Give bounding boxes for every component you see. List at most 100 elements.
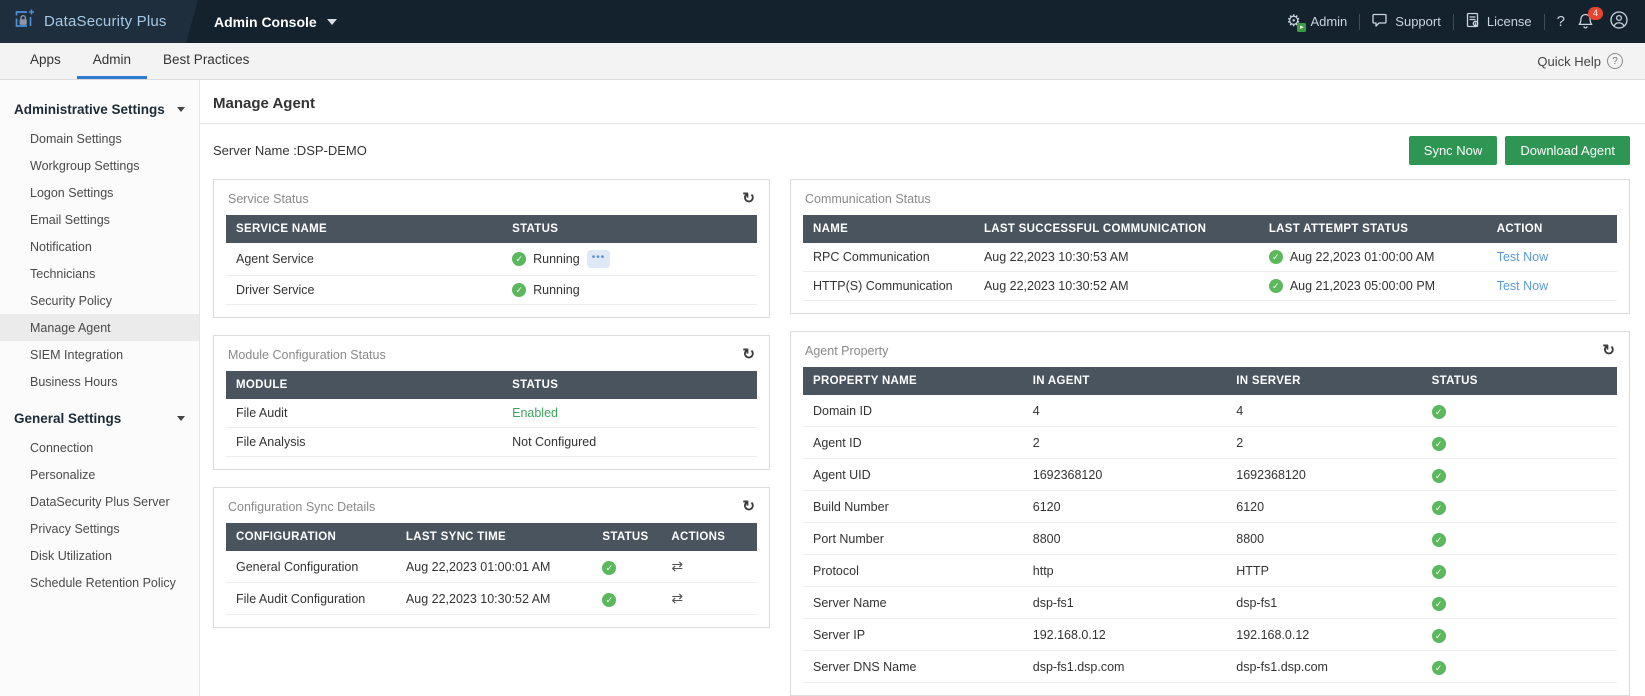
top-header: DataSecurity Plus Admin Console ⚙ ▸ Admin… xyxy=(0,0,1645,43)
table-row: Agent UID 1692368120 1692368120 ✓ xyxy=(803,458,1617,491)
sidebar-item-email-settings[interactable]: Email Settings xyxy=(0,206,199,233)
license-document-icon xyxy=(1466,12,1481,31)
sidebar-item-disk-utilization[interactable]: Disk Utilization xyxy=(0,542,199,569)
in-server-cell: 2 xyxy=(1226,426,1422,459)
success-icon: ✓ xyxy=(1268,250,1283,264)
page-header: Manage Agent xyxy=(200,80,1645,124)
sync-arrows-icon[interactable]: ⇄ xyxy=(671,590,683,606)
table-header-row: SERVICE NAME STATUS xyxy=(226,215,757,243)
help-question-icon[interactable]: ? xyxy=(1557,13,1565,30)
support-nav-item[interactable]: Support xyxy=(1372,13,1441,31)
agent-property-table: PROPERTY NAME IN AGENT IN SERVER STATUS … xyxy=(803,367,1617,683)
refresh-icon[interactable]: ↻ xyxy=(742,191,755,206)
tab-admin[interactable]: Admin xyxy=(76,43,148,79)
chat-bubble-icon xyxy=(1372,13,1389,31)
in-agent-cell: 6120 xyxy=(1022,490,1227,523)
console-switcher-label: Admin Console xyxy=(214,13,317,30)
sidebar-item-logon-settings[interactable]: Logon Settings xyxy=(0,179,199,206)
test-now-link[interactable]: Test Now xyxy=(1497,279,1548,293)
in-server-cell: 1692368120 xyxy=(1226,458,1422,491)
sidebar-item-workgroup-settings[interactable]: Workgroup Settings xyxy=(0,152,199,179)
tab-apps[interactable]: Apps xyxy=(14,43,77,79)
module-configuration-status-panel: Module Configuration Status ↻ MODULE STA… xyxy=(213,335,770,470)
panel-title: Communication Status xyxy=(805,192,931,206)
in-agent-cell: 8800 xyxy=(1022,522,1227,555)
last-attempt-cell: Aug 22,2023 01:00:00 AM xyxy=(1289,250,1435,264)
refresh-icon[interactable]: ↻ xyxy=(742,347,755,362)
sidebar-item-business-hours[interactable]: Business Hours xyxy=(0,368,199,395)
module-name-cell: File Audit xyxy=(226,399,503,428)
console-switcher[interactable]: Admin Console xyxy=(214,14,337,30)
license-nav-label: License xyxy=(1486,14,1532,29)
sidebar-item-datasecurity-plus-server[interactable]: DataSecurity Plus Server xyxy=(0,488,199,515)
table-row: Protocol http HTTP ✓ xyxy=(803,554,1617,587)
sync-now-button[interactable]: Sync Now xyxy=(1408,136,1498,165)
sidebar-item-security-policy[interactable]: Security Policy xyxy=(0,287,199,314)
notification-bell-icon[interactable]: 4 xyxy=(1577,6,1603,32)
sidebar-item-notification[interactable]: Notification xyxy=(0,233,199,260)
table-row: RPC Communication Aug 22,2023 10:30:53 A… xyxy=(803,243,1617,272)
property-name-cell: Build Number xyxy=(803,490,1023,523)
admin-nav-label: Admin xyxy=(1310,14,1348,29)
column-header: PROPERTY NAME xyxy=(803,367,1023,395)
sidebar-item-privacy-settings[interactable]: Privacy Settings xyxy=(0,515,199,542)
test-now-link[interactable]: Test Now xyxy=(1497,250,1548,264)
section-title-label: Administrative Settings xyxy=(14,102,165,117)
table-row: File Audit Configuration Aug 22,2023 10:… xyxy=(226,582,757,615)
last-success-cell: Aug 22,2023 10:30:52 AM xyxy=(973,271,1259,301)
communication-status-table: NAME LAST SUCCESSFUL COMMUNICATION LAST … xyxy=(803,215,1617,301)
success-icon: ✓ xyxy=(512,252,527,266)
tab-best-practices[interactable]: Best Practices xyxy=(147,43,265,79)
service-status-table: SERVICE NAME STATUS Agent Service ✓ Runn… xyxy=(226,215,757,305)
table-row: Server DNS Name dsp-fs1.dsp.com dsp-fs1.ds… xyxy=(803,650,1617,683)
chevron-down-icon xyxy=(326,18,337,25)
property-name-cell: Server DNS Name xyxy=(803,650,1023,683)
sidebar-item-connection[interactable]: Connection xyxy=(0,434,199,461)
more-actions-button[interactable]: ••• xyxy=(586,250,611,268)
sidebar-item-siem-integration[interactable]: SIEM Integration xyxy=(0,341,199,368)
sidebar-section-administrative-settings[interactable]: Administrative Settings xyxy=(0,92,199,125)
success-icon: ✓ xyxy=(602,593,617,607)
sidebar-item-domain-settings[interactable]: Domain Settings xyxy=(0,125,199,152)
chevron-down-icon xyxy=(177,107,185,112)
divider xyxy=(1452,13,1454,30)
refresh-icon[interactable]: ↻ xyxy=(1602,343,1615,358)
user-avatar-icon[interactable] xyxy=(1609,10,1629,33)
sidebar-section-general-settings[interactable]: General Settings xyxy=(0,401,199,434)
sidebar-item-technicians[interactable]: Technicians xyxy=(0,260,199,287)
table-row: Port Number 8800 8800 ✓ xyxy=(803,522,1617,555)
server-row: Server Name :DSP-DEMO Sync Now Download … xyxy=(200,124,1645,178)
divider xyxy=(1543,13,1545,30)
sync-arrows-icon[interactable]: ⇄ xyxy=(671,558,683,574)
server-name-label: Server Name :DSP-DEMO xyxy=(213,143,367,158)
admin-nav-item[interactable]: ⚙ ▸ Admin xyxy=(1286,13,1348,32)
column-header: STATUS xyxy=(592,523,662,551)
last-success-cell: Aug 22,2023 10:30:53 AM xyxy=(973,243,1259,272)
in-agent-cell: 1692368120 xyxy=(1022,458,1227,491)
module-name-cell: File Analysis xyxy=(226,427,503,457)
column-header: STATUS xyxy=(502,215,757,243)
sidebar-item-personalize[interactable]: Personalize xyxy=(0,461,199,488)
download-agent-button[interactable]: Download Agent xyxy=(1505,136,1630,165)
module-status-table: MODULE STATUS File Audit Enabled File An… xyxy=(226,371,757,457)
sidebar-item-schedule-retention-policy[interactable]: Schedule Retention Policy xyxy=(0,569,199,596)
panel-title: Service Status xyxy=(228,192,309,206)
license-nav-item[interactable]: License xyxy=(1466,12,1532,31)
module-status-value: Enabled xyxy=(502,399,757,428)
configuration-sync-details-panel: Configuration Sync Details ↻ CONFIGURATI… xyxy=(213,487,770,628)
brand-logo[interactable]: DataSecurity Plus xyxy=(0,0,198,43)
last-attempt-cell: Aug 21,2023 05:00:00 PM xyxy=(1289,279,1436,293)
column-header: LAST SUCCESSFUL COMMUNICATION xyxy=(973,215,1259,243)
last-sync-time-cell: Aug 22,2023 10:30:52 AM xyxy=(395,582,593,615)
success-icon: ✓ xyxy=(1431,533,1446,547)
column-header: ACTION xyxy=(1486,215,1617,243)
success-icon: ✓ xyxy=(1431,565,1446,579)
property-name-cell: Domain ID xyxy=(803,395,1023,427)
quick-help-link[interactable]: Quick Help ? xyxy=(1537,43,1645,79)
refresh-icon[interactable]: ↻ xyxy=(742,499,755,514)
in-server-cell: dsp-fs1.dsp.com xyxy=(1226,650,1422,683)
main-content: Manage Agent Server Name :DSP-DEMO Sync … xyxy=(200,80,1645,696)
sidebar-item-manage-agent[interactable]: Manage Agent xyxy=(0,314,199,341)
communication-status-panel: Communication Status NAME LAST SUCCESSFU… xyxy=(790,179,1630,314)
table-row: File Audit Enabled xyxy=(226,399,757,428)
